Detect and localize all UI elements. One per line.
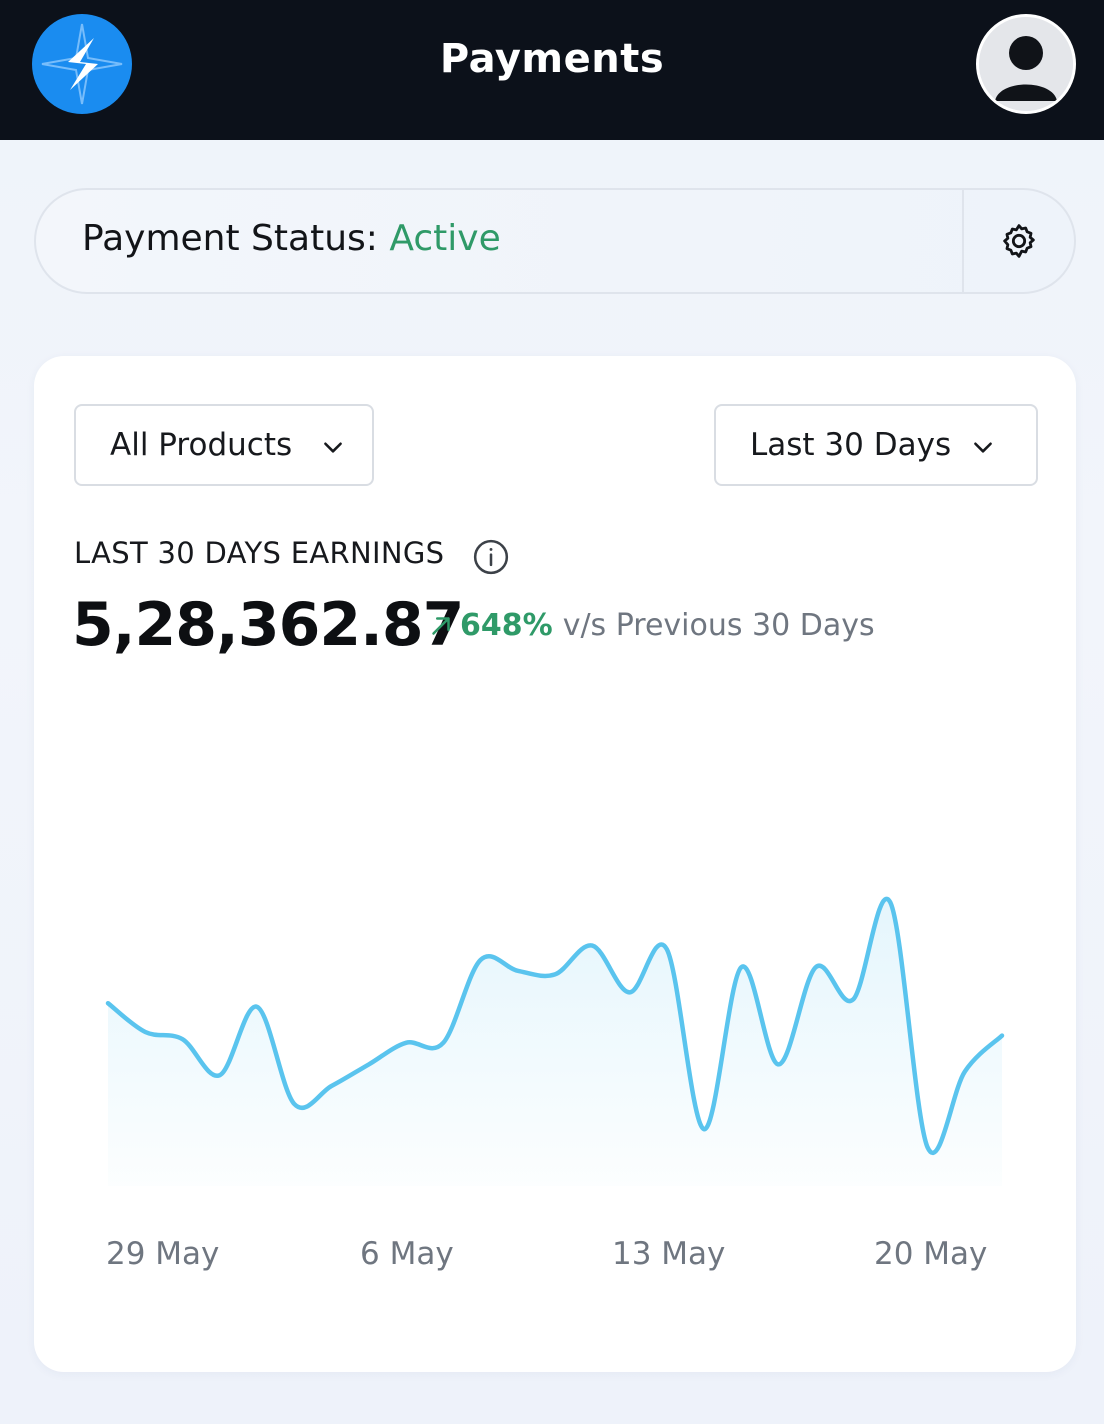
- payment-status-bar: Payment Status: Active: [34, 188, 1076, 294]
- trend-percentage: 648%: [460, 608, 553, 643]
- chart-area-fill: [108, 898, 1002, 1186]
- trend-up-arrow-icon: [432, 616, 450, 635]
- payment-status-value: Active: [389, 218, 501, 259]
- earnings-value: 5,28,362.87: [72, 590, 464, 660]
- chevron-down-icon: [324, 442, 342, 453]
- earnings-label: LAST 30 DAYS EARNINGS: [74, 536, 445, 570]
- x-tick-label: 29 May: [106, 1236, 220, 1272]
- x-tick-label: 13 May: [612, 1236, 726, 1272]
- chevron-down-icon: [974, 442, 992, 453]
- x-tick-label: 20 May: [874, 1236, 988, 1272]
- gear-icon: [1003, 224, 1035, 258]
- products-dropdown[interactable]: All Products: [74, 404, 374, 486]
- trend-comparison-text: v/s Previous 30 Days: [562, 608, 875, 643]
- date-range-dropdown-label: Last 30 Days: [750, 427, 952, 463]
- products-dropdown-label: All Products: [110, 427, 293, 463]
- x-tick-label: 6 May: [360, 1236, 454, 1272]
- top-bar: Payments: [0, 0, 1104, 140]
- date-range-dropdown[interactable]: Last 30 Days: [714, 404, 1038, 486]
- payment-status-label: Payment Status:: [82, 218, 378, 259]
- page-title: Payments: [439, 36, 665, 82]
- earnings-chart: [105, 896, 1005, 1186]
- payment-status-text: Payment Status: Active: [82, 218, 501, 259]
- info-icon[interactable]: [472, 538, 510, 576]
- earnings-trend: 648% v/s Previous 30 Days: [426, 608, 875, 643]
- earnings-card: All Products Last 30 Days LAST 30 DAYS E…: [34, 356, 1076, 1372]
- settings-button[interactable]: [964, 190, 1074, 292]
- user-avatar-icon[interactable]: [976, 14, 1076, 114]
